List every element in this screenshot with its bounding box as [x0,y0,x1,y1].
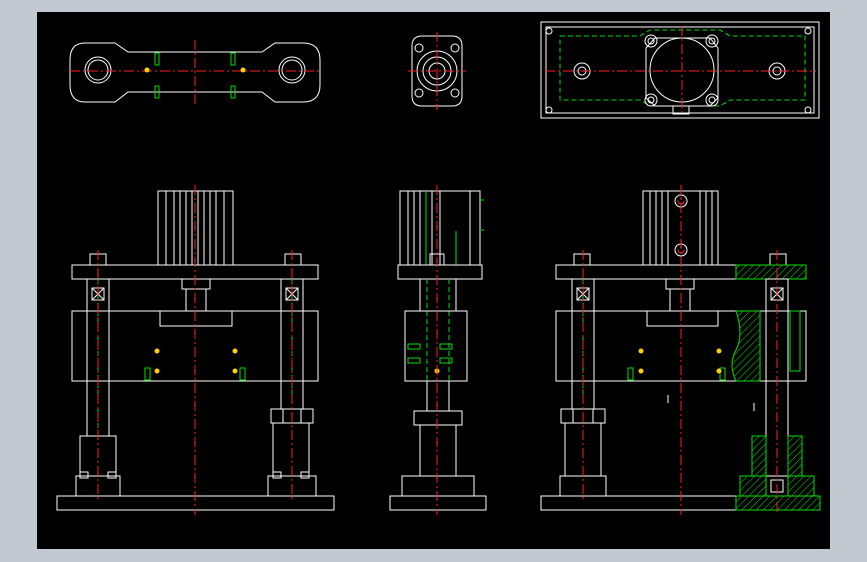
top-view-base [540,21,820,119]
section-view [540,185,821,515]
cad-drawing [56,21,821,515]
front-view [56,185,335,515]
top-view-flange [408,32,466,110]
side-view [389,185,487,515]
cad-viewport[interactable] [0,0,867,562]
top-view-plate [69,40,322,105]
